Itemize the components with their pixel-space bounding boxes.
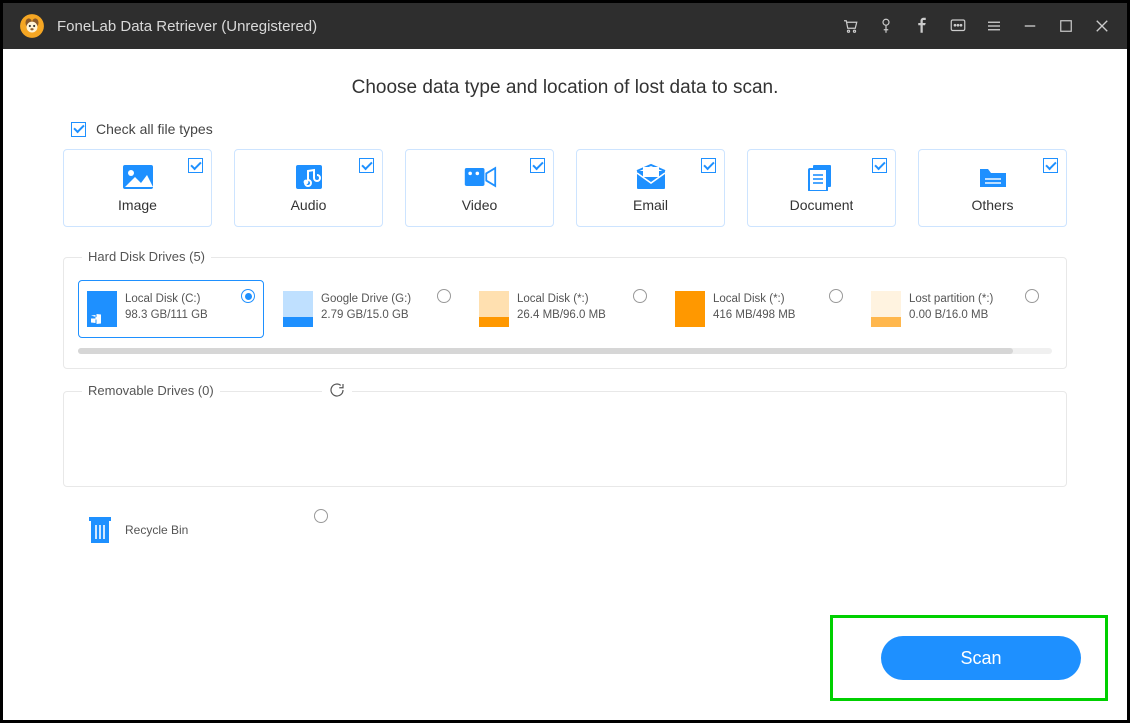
drive-radio[interactable]: [437, 289, 451, 303]
facebook-icon[interactable]: [913, 17, 931, 35]
drive-name: Local Disk (*:): [517, 293, 606, 305]
drive-size: 2.79 GB/15.0 GB: [321, 309, 411, 321]
key-icon[interactable]: [877, 17, 895, 35]
hdd-section-title: Hard Disk Drives (5): [82, 249, 211, 264]
drive-radio[interactable]: [633, 289, 647, 303]
document-icon: [805, 163, 839, 191]
titlebar: FoneLab Data Retriever (Unregistered): [3, 3, 1127, 49]
type-checkbox[interactable]: [188, 158, 203, 173]
type-card-document[interactable]: Document: [747, 149, 896, 227]
maximize-icon[interactable]: [1057, 17, 1075, 35]
type-checkbox[interactable]: [701, 158, 716, 173]
type-card-image[interactable]: Image: [63, 149, 212, 227]
drive-size: 0.00 B/16.0 MB: [909, 309, 993, 321]
drive-name: Google Drive (G:): [321, 293, 411, 305]
drive-name: Local Disk (C:): [125, 293, 208, 305]
type-label: Email: [633, 197, 668, 213]
scan-button-highlight: Scan: [830, 615, 1108, 701]
menu-icon[interactable]: [985, 17, 1003, 35]
type-label: Audio: [291, 197, 327, 213]
drive-icon: [283, 291, 313, 327]
video-icon: [463, 163, 497, 191]
app-logo-icon: [19, 13, 45, 39]
page-heading: Choose data type and location of lost da…: [63, 77, 1067, 99]
drive-card[interactable]: Local Disk (*:) 26.4 MB/96.0 MB: [470, 280, 656, 338]
recycle-radio[interactable]: [314, 509, 328, 523]
recycle-bin-icon: [87, 515, 113, 545]
removable-section: Removable Drives (0): [63, 391, 1067, 487]
close-icon[interactable]: [1093, 17, 1111, 35]
minimize-icon[interactable]: [1021, 17, 1039, 35]
drive-card[interactable]: Local Disk (C:) 98.3 GB/111 GB: [78, 280, 264, 338]
type-checkbox[interactable]: [359, 158, 374, 173]
horizontal-scrollbar[interactable]: [78, 348, 1052, 354]
drive-name: Local Disk (*:): [713, 293, 795, 305]
drive-icon: [871, 291, 901, 327]
drive-name: Lost partition (*:): [909, 293, 993, 305]
type-card-audio[interactable]: Audio: [234, 149, 383, 227]
drive-card[interactable]: Local Disk (*:) 416 MB/498 MB: [666, 280, 852, 338]
removable-section-title: Removable Drives (0): [82, 383, 220, 398]
hdd-section: Hard Disk Drives (5) Local Disk (C:)98.3…: [63, 257, 1067, 369]
type-checkbox[interactable]: [530, 158, 545, 173]
type-label: Document: [790, 197, 854, 213]
drive-radio[interactable]: [829, 289, 843, 303]
feedback-icon[interactable]: [949, 17, 967, 35]
type-label: Others: [971, 197, 1013, 213]
drive-size: 416 MB/498 MB: [713, 309, 795, 321]
recycle-bin-card[interactable]: Recycle Bin: [87, 515, 188, 545]
scan-button[interactable]: Scan: [881, 636, 1081, 680]
type-label: Image: [118, 197, 157, 213]
type-checkbox[interactable]: [1043, 158, 1058, 173]
recycle-bin-label: Recycle Bin: [125, 523, 188, 537]
others-icon: [976, 163, 1010, 191]
type-checkbox[interactable]: [872, 158, 887, 173]
drive-icon: [675, 291, 705, 327]
cart-icon[interactable]: [841, 17, 859, 35]
audio-icon: [292, 163, 326, 191]
refresh-icon[interactable]: [322, 381, 352, 399]
type-card-others[interactable]: Others: [918, 149, 1067, 227]
type-card-email[interactable]: Email: [576, 149, 725, 227]
check-all-checkbox[interactable]: [71, 122, 86, 137]
drive-size: 98.3 GB/111 GB: [125, 309, 208, 321]
drive-icon: [87, 291, 117, 327]
check-all-label: Check all file types: [96, 121, 213, 137]
drive-size: 26.4 MB/96.0 MB: [517, 309, 606, 321]
drive-icon: [479, 291, 509, 327]
email-icon: [634, 163, 668, 191]
drive-radio[interactable]: [241, 289, 255, 303]
type-label: Video: [462, 197, 498, 213]
drive-card[interactable]: Lost partition (*:) 0.00 B/16.0 MB: [862, 280, 1048, 338]
app-title: FoneLab Data Retriever (Unregistered): [57, 18, 841, 35]
drive-card[interactable]: Google Drive (G:) 2.79 GB/15.0 GB: [274, 280, 460, 338]
type-card-video[interactable]: Video: [405, 149, 554, 227]
image-icon: [121, 163, 155, 191]
drive-radio[interactable]: [1025, 289, 1039, 303]
check-all-row[interactable]: Check all file types: [71, 121, 1067, 137]
